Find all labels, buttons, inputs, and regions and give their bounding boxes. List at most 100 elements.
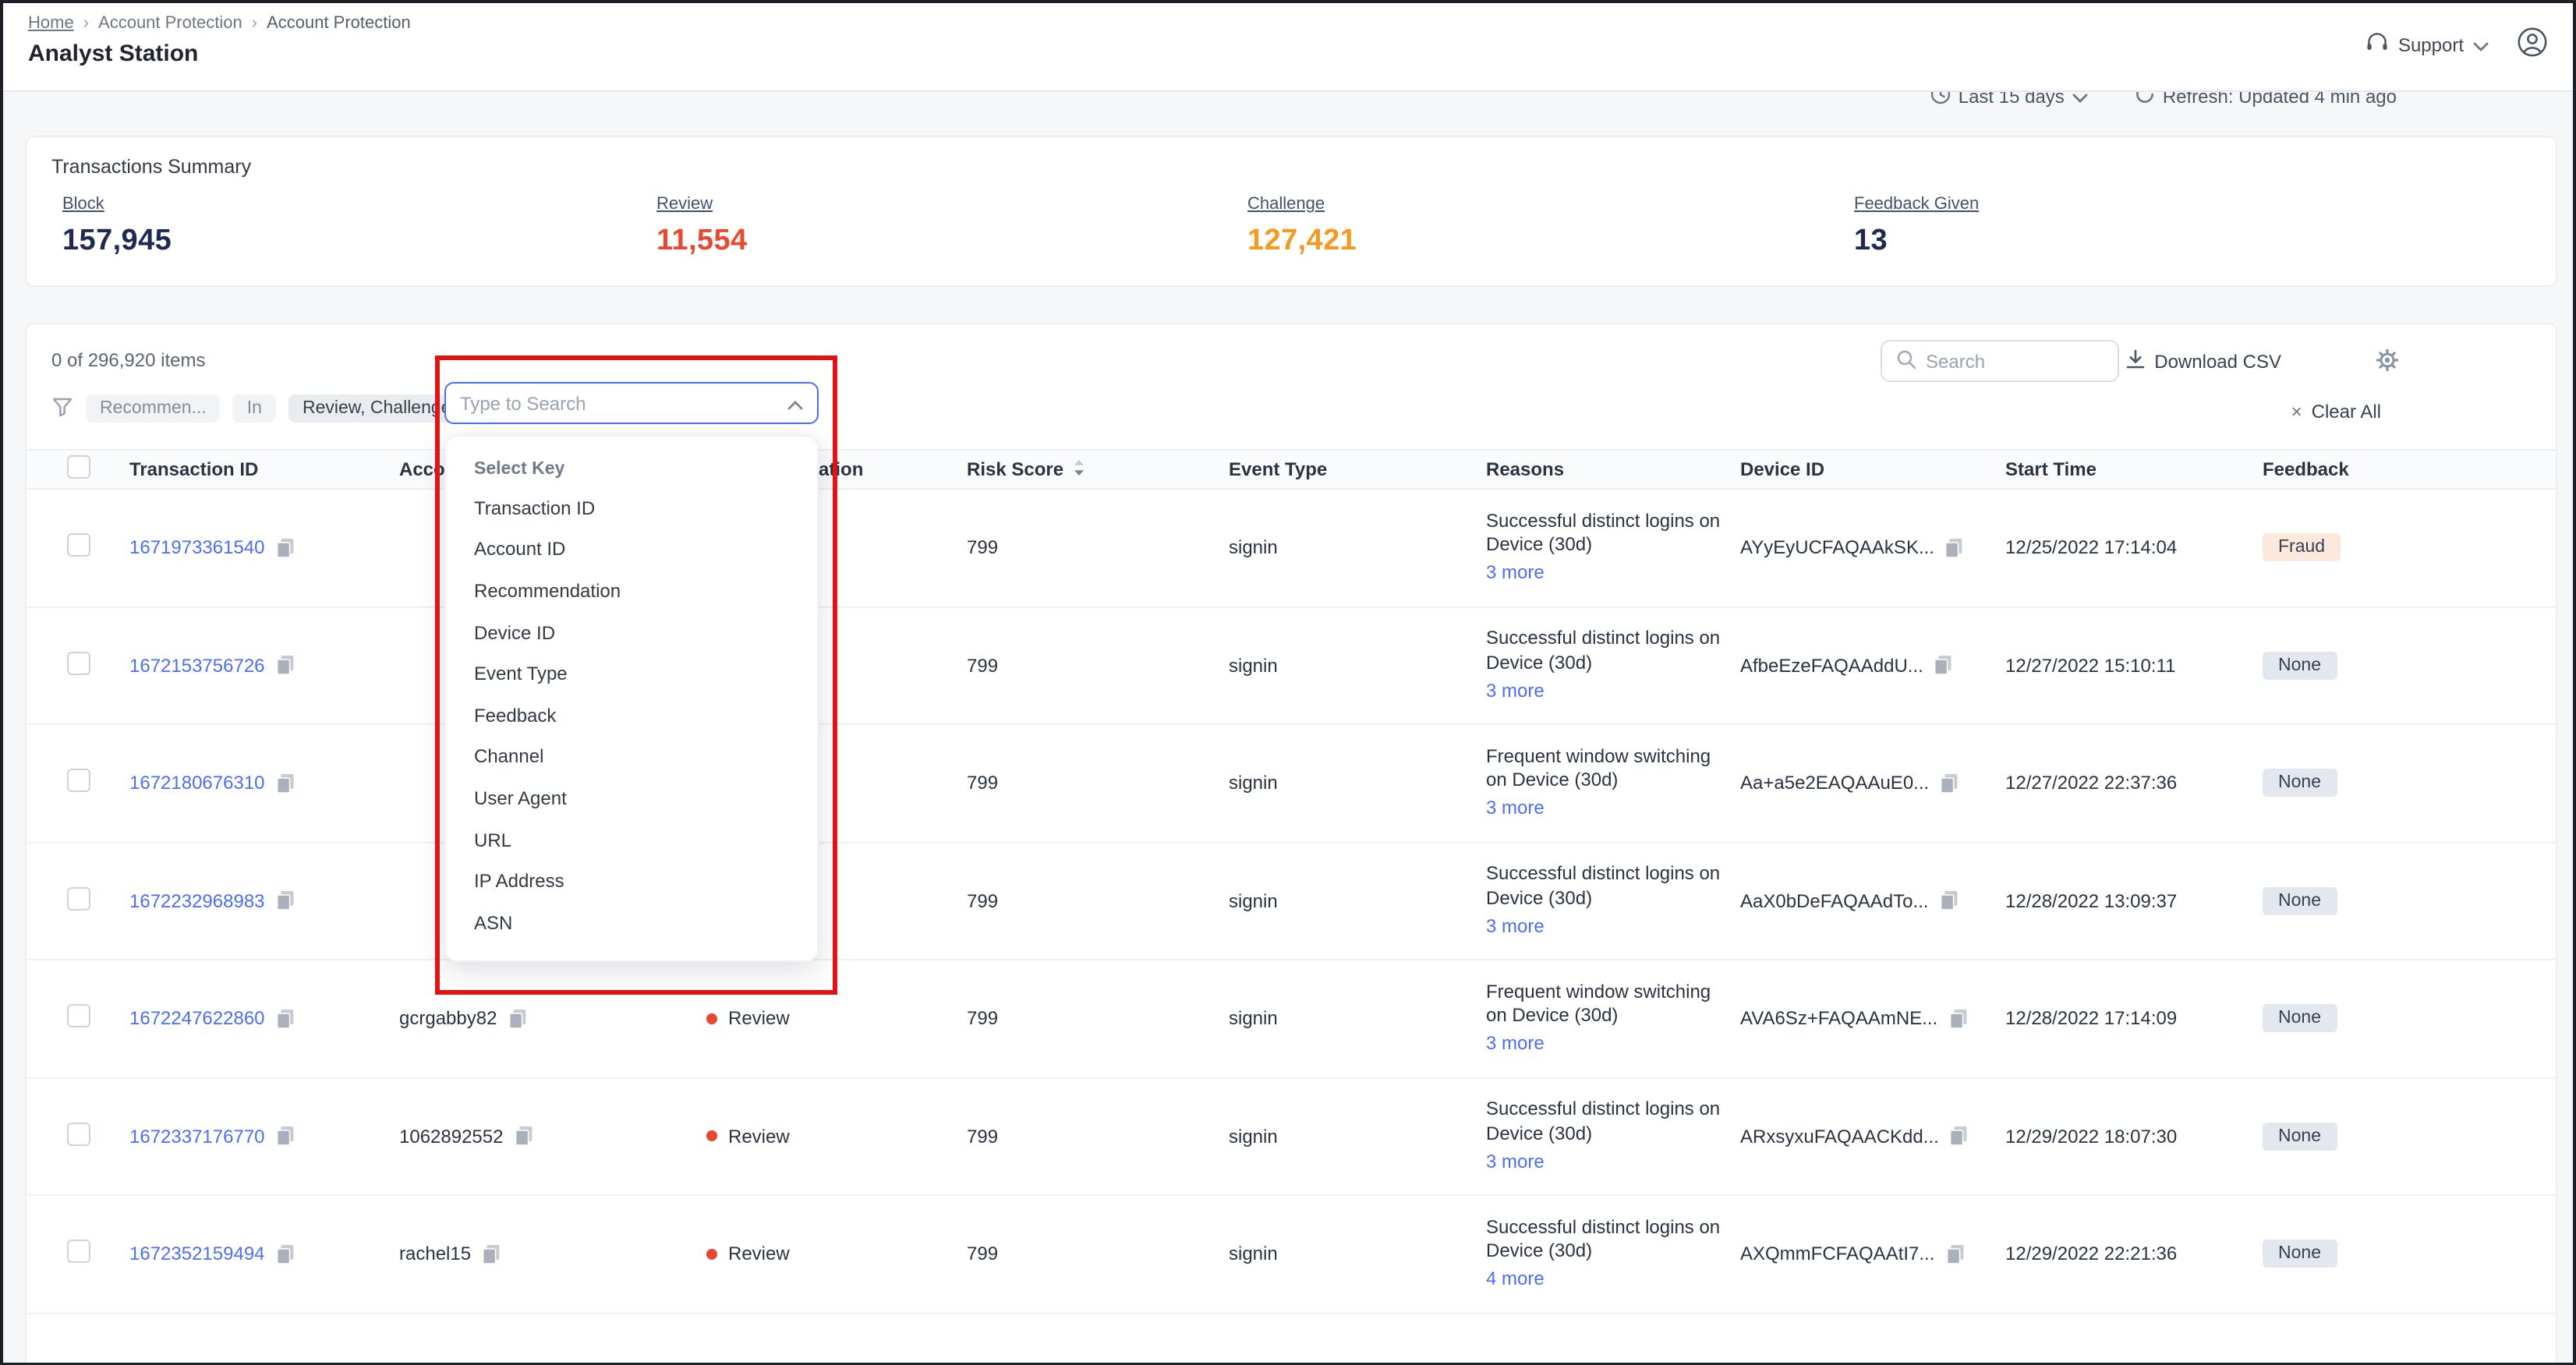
transaction-id-link[interactable]: 1672153756726	[129, 655, 265, 677]
risk-score: 799	[967, 655, 1229, 677]
feedback-badge: None	[2263, 887, 2337, 915]
copy-icon[interactable]	[1948, 1009, 1967, 1029]
more-reasons-link[interactable]: 3 more	[1486, 1150, 1545, 1175]
row-checkbox[interactable]	[67, 1123, 90, 1146]
recommendation-text: Review	[728, 1126, 790, 1148]
transaction-id-link[interactable]: 1671973361540	[129, 537, 265, 559]
search-input[interactable]	[1881, 340, 2119, 382]
filter-icon	[51, 395, 73, 422]
dropdown-option[interactable]: Recommendation	[446, 571, 817, 612]
metric-label-link[interactable]: Block	[62, 195, 104, 214]
row-checkbox[interactable]	[67, 1240, 90, 1264]
gear-icon[interactable]	[2375, 348, 2400, 377]
reason-text: Frequent window switching on Device (30d…	[1486, 744, 1728, 794]
copy-icon[interactable]	[276, 773, 295, 794]
review-dot-icon	[706, 1249, 717, 1260]
device-id: AYyEyUCFAQAAkSK...	[1740, 537, 1934, 559]
breadcrumb-item[interactable]: Account Protection	[98, 14, 242, 33]
table-row: 1671973361540 799 signin Successful dist…	[27, 490, 2556, 607]
feedback-badge: Fraud	[2263, 534, 2341, 562]
dropdown-option[interactable]: IP Address	[446, 861, 817, 903]
dropdown-option[interactable]: ASN	[446, 903, 817, 944]
clear-all-label: Clear All	[2312, 401, 2381, 423]
sort-icon[interactable]	[1073, 458, 1085, 481]
transaction-id-link[interactable]: 1672232968983	[129, 890, 265, 912]
reason-text: Successful distinct logins on Device (30…	[1486, 1215, 1728, 1264]
copy-icon[interactable]	[508, 1009, 526, 1029]
dropdown-option[interactable]: Event Type	[446, 654, 817, 695]
event-type: signin	[1229, 1126, 1486, 1148]
filter-value-chip[interactable]: Review, Challenge	[288, 394, 465, 423]
transaction-id-link[interactable]: 1672337176770	[129, 1126, 265, 1148]
copy-icon[interactable]	[276, 1126, 295, 1147]
download-icon	[2125, 349, 2145, 374]
copy-icon[interactable]	[276, 891, 295, 911]
start-time: 12/28/2022 13:09:37	[2005, 890, 2263, 912]
col-device-id: Device ID	[1740, 458, 2005, 480]
table-row: 1672247622860 gcrgabby82 Review 799 sign…	[27, 960, 2556, 1078]
filter-operator-chip[interactable]: In	[233, 394, 276, 423]
account-id: gcrgabby82	[399, 1008, 497, 1030]
items-count: 0 of 296,920 items	[51, 349, 205, 371]
metric-label-link[interactable]: Feedback Given	[1854, 195, 1979, 214]
search-field[interactable]	[1926, 350, 2104, 372]
row-checkbox[interactable]	[67, 534, 90, 557]
more-reasons-link[interactable]: 3 more	[1486, 914, 1545, 939]
copy-icon[interactable]	[1939, 891, 1958, 911]
user-avatar-icon[interactable]	[2517, 27, 2548, 62]
dropdown-option[interactable]: Account ID	[446, 529, 817, 571]
dropdown-option[interactable]: URL	[446, 820, 817, 861]
copy-icon[interactable]	[276, 538, 295, 558]
row-checkbox[interactable]	[67, 887, 90, 911]
more-reasons-link[interactable]: 3 more	[1486, 679, 1545, 704]
copy-icon[interactable]	[1934, 656, 1953, 676]
metric-label-link[interactable]: Challenge	[1247, 195, 1325, 214]
metric-value: 127,421	[1247, 225, 1854, 259]
risk-score: 799	[967, 1126, 1229, 1148]
copy-icon[interactable]	[482, 1244, 501, 1264]
dropdown-option[interactable]: Channel	[446, 737, 817, 778]
filter-field-chip[interactable]: Recommen...	[86, 394, 221, 423]
download-csv-button[interactable]: Download CSV	[2125, 349, 2281, 374]
device-id: Aa+a5e2EAQAAuE0...	[1740, 773, 1929, 794]
key-search-field[interactable]	[460, 392, 787, 414]
col-risk-score[interactable]: Risk Score	[967, 458, 1229, 481]
more-reasons-link[interactable]: 3 more	[1486, 1032, 1545, 1057]
copy-icon[interactable]	[276, 656, 295, 676]
copy-icon[interactable]	[515, 1126, 533, 1147]
transaction-id-link[interactable]: 1672247622860	[129, 1008, 265, 1030]
more-reasons-link[interactable]: 3 more	[1486, 797, 1545, 822]
row-checkbox[interactable]	[67, 769, 90, 793]
copy-icon[interactable]	[1945, 1244, 1964, 1264]
dropdown-option[interactable]: Feedback	[446, 695, 817, 737]
breadcrumb-separator: ›	[252, 14, 257, 33]
dropdown-option[interactable]: User Agent	[446, 778, 817, 819]
more-reasons-link[interactable]: 3 more	[1486, 561, 1545, 586]
copy-icon[interactable]	[1940, 773, 1959, 794]
start-time: 12/29/2022 22:21:36	[2005, 1243, 2263, 1265]
dropdown-option[interactable]: Transaction ID	[446, 488, 817, 529]
key-search-input[interactable]	[444, 382, 819, 424]
copy-icon[interactable]	[1950, 1126, 1969, 1147]
clear-all-button[interactable]: × Clear All	[2291, 401, 2381, 423]
chevron-up-icon[interactable]	[787, 392, 803, 414]
transaction-id-link[interactable]: 1672180676310	[129, 773, 265, 794]
transaction-id-link[interactable]: 1672352159494	[129, 1243, 265, 1265]
breadcrumb-item[interactable]: Home	[28, 14, 74, 33]
review-dot-icon	[706, 1013, 717, 1024]
row-checkbox[interactable]	[67, 652, 90, 675]
page-title: Analyst Station	[28, 41, 198, 67]
account-id: 1062892552	[399, 1126, 504, 1148]
row-checkbox[interactable]	[67, 1005, 90, 1028]
reason-text: Frequent window switching on Device (30d…	[1486, 980, 1728, 1029]
dropdown-option[interactable]: Device ID	[446, 613, 817, 654]
copy-icon[interactable]	[276, 1244, 295, 1264]
breadcrumb-separator: ›	[83, 14, 89, 33]
support-menu[interactable]: Support	[2365, 30, 2489, 58]
copy-icon[interactable]	[1945, 538, 1964, 558]
copy-icon[interactable]	[276, 1009, 295, 1029]
metric-label-link[interactable]: Review	[656, 195, 713, 214]
select-all-checkbox[interactable]	[67, 455, 90, 479]
feedback-badge: None	[2263, 1240, 2337, 1268]
more-reasons-link[interactable]: 4 more	[1486, 1268, 1545, 1293]
